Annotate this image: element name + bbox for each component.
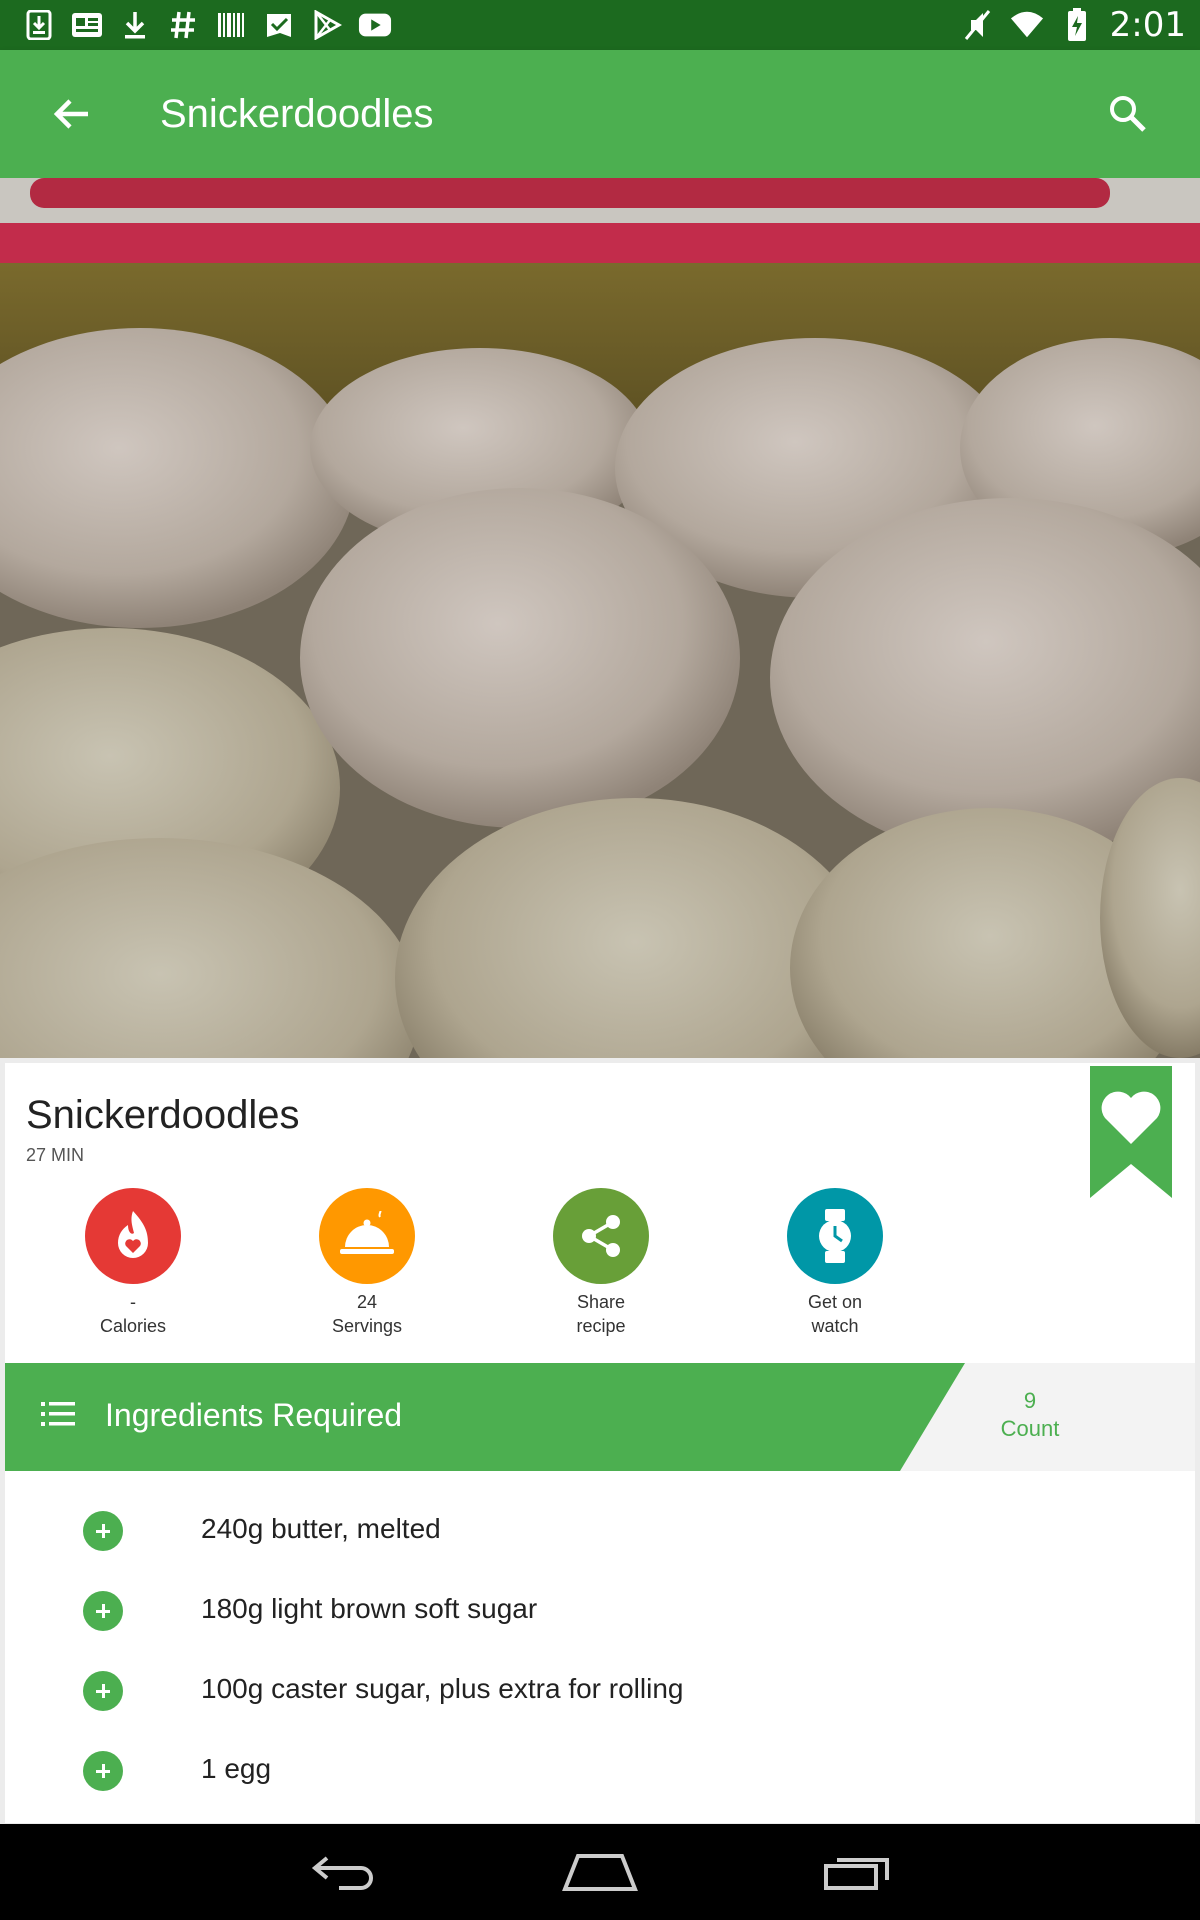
download-icon [118,8,152,42]
ingredient-text: 240g butter, melted [201,1513,441,1544]
watch-icon [787,1188,883,1284]
list-icon [41,1402,75,1426]
ingredient-item: 180g light brown soft sugar [5,1571,1195,1651]
search-button[interactable] [1088,74,1168,154]
flame-heart-icon [85,1188,181,1284]
home-nav-button[interactable] [550,1842,650,1902]
recipe-actions: - Calories 24 Servings Share recipe Get … [5,1188,1195,1338]
add-ingredient-button[interactable] [83,1751,123,1791]
watch-label-line1: Get on [807,1292,863,1312]
recents-nav-button[interactable] [808,1842,908,1902]
back-button[interactable] [32,74,112,154]
calories-label: Calories [99,1316,167,1336]
ingredient-item: 240g butter, melted [5,1491,1195,1571]
ingredient-text: 1 egg [201,1753,272,1784]
wifi-icon [1010,8,1044,42]
check-flag-icon [262,8,296,42]
calories-button[interactable]: - Calories [53,1188,213,1337]
recipe-name: Snickerdoodles [26,1093,300,1137]
play-store-icon [310,8,344,42]
servings-label: Servings [331,1316,403,1336]
arrow-back-icon [53,99,88,129]
servings-value: 24 [356,1292,378,1312]
add-ingredient-button[interactable] [83,1511,123,1551]
navigation-bar [0,1824,1200,1920]
ingredients-header: Ingredients Required 9 Count [5,1363,1195,1471]
add-ingredient-button[interactable] [83,1591,123,1631]
barcode-icon [214,8,248,42]
ingredient-text: 100g caster sugar, plus extra for rollin… [201,1673,684,1704]
favorite-bookmark-button[interactable] [1090,1066,1172,1198]
get-on-watch-button[interactable]: Get on watch [755,1188,915,1337]
share-recipe-button[interactable]: Share recipe [521,1188,681,1337]
clock: 2:01 [1109,5,1186,45]
share-label-line2: recipe [576,1316,626,1336]
ingredients-count-label: Count [1000,1416,1060,1441]
share-label-line1: Share [576,1292,626,1312]
home-nav-icon [562,1854,638,1891]
ingredients-count-value: 9 [1023,1388,1037,1413]
back-nav-button[interactable] [294,1842,394,1902]
page-title: Snickerdoodles [160,91,434,136]
ingredients-count: 9 Count [950,1387,1110,1443]
search-icon [1110,96,1146,132]
share-icon [553,1188,649,1284]
heart-bookmark-icon [1090,1066,1172,1198]
calories-value: - [130,1292,136,1312]
recipe-time: 27 MIN [26,1145,85,1165]
recents-nav-icon [824,1858,889,1890]
recipe-photo [0,178,1200,1058]
mute-icon [960,8,994,42]
battery-charging-icon [1060,8,1094,42]
add-ingredient-button[interactable] [83,1671,123,1711]
ingredients-title: Ingredients Required [105,1397,403,1433]
back-nav-icon [311,1856,373,1890]
status-bar: 2:01 [0,0,1200,50]
ingredient-item: 1 egg [5,1731,1195,1811]
youtube-icon [358,8,392,42]
news-icon [70,8,104,42]
hashtag-icon [166,8,200,42]
app-toolbar: Snickerdoodles [0,50,1200,178]
download-icon [22,8,56,42]
watch-label-line2: watch [811,1316,859,1336]
cloche-icon [319,1188,415,1284]
system-icons: 2:01 [960,5,1186,45]
ingredient-item: 100g caster sugar, plus extra for rollin… [5,1651,1195,1731]
recipe-card: Snickerdoodles 27 MIN - Calories 24 Serv… [5,1063,1195,1823]
ingredient-text: 180g light brown soft sugar [201,1593,538,1624]
servings-button[interactable]: 24 Servings [287,1188,447,1337]
notification-icons [22,8,392,42]
